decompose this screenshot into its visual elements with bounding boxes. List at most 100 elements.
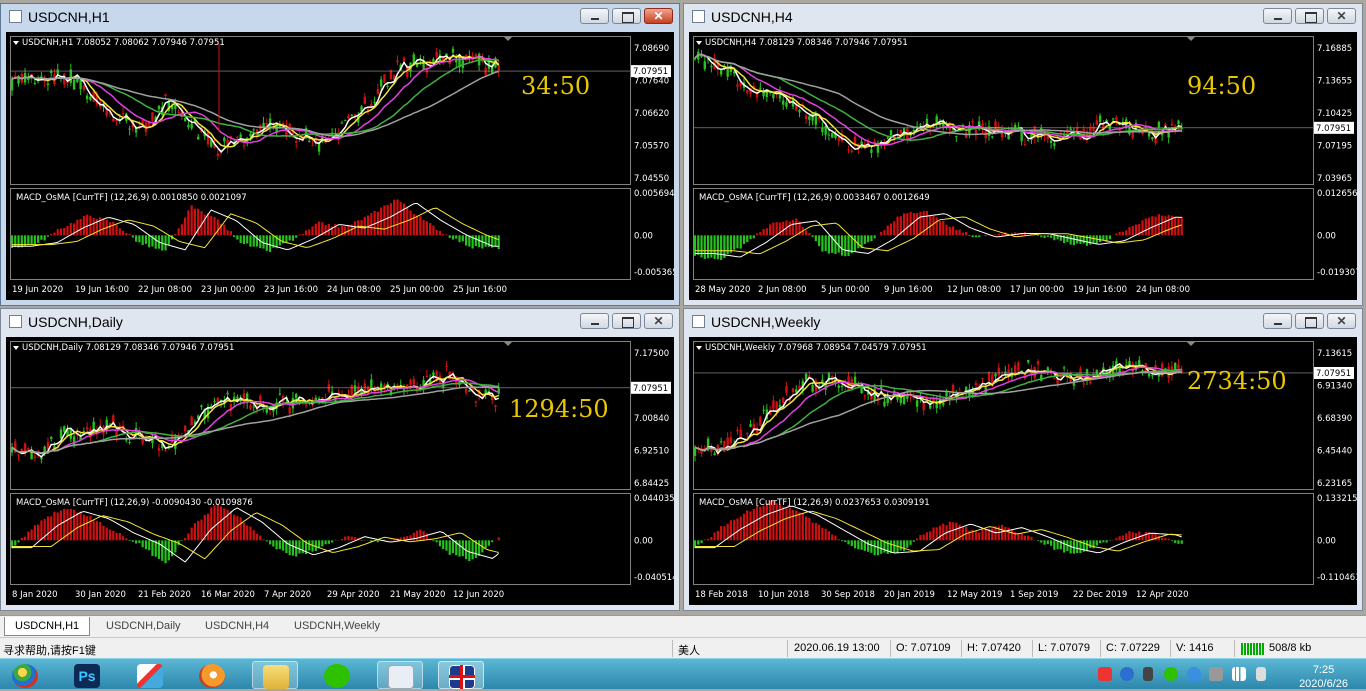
candle-body [798, 110, 800, 112]
osma-histogram-bar [328, 540, 330, 544]
taskbar-file-explorer[interactable] [252, 661, 298, 689]
window-titlebar[interactable]: USDCNH,H1 ✕ [1, 4, 679, 30]
candle-body [432, 372, 434, 375]
minimize-button[interactable] [1263, 8, 1292, 24]
chart-window-h1[interactable]: USDCNH,H1 ✕ 7.086907.076407.066207.05570… [0, 3, 680, 306]
candle-body [824, 126, 826, 135]
osma-histogram-bar [756, 233, 758, 235]
osma-histogram-bar [249, 235, 251, 246]
osma-histogram-bar [246, 526, 248, 541]
osma-histogram-bar [1102, 540, 1104, 542]
osma-histogram-bar [47, 516, 49, 540]
macd-line [12, 203, 499, 249]
volume-muted-icon[interactable] [1256, 667, 1266, 681]
osma-histogram-bar [854, 235, 856, 251]
chart-window-icon [692, 315, 705, 328]
chart-window-h4[interactable]: USDCNH,H4 ✕ 7.168857.136557.104257.07195… [683, 3, 1363, 306]
taskbar-firefox[interactable] [189, 661, 235, 689]
osma-histogram-bar [178, 228, 180, 235]
time-axis-label: 30 Jan 2020 [75, 590, 126, 600]
taskbar-notepad[interactable] [377, 661, 423, 689]
osma-histogram-bar [857, 540, 859, 549]
taskbar-uk-flag-app[interactable] [438, 661, 484, 689]
osma-histogram-bar [390, 203, 392, 235]
window-titlebar[interactable]: USDCNH,Weekly ✕ [684, 309, 1362, 335]
start-button[interactable] [2, 661, 48, 689]
osma-histogram-bar [789, 508, 791, 541]
chart-canvas[interactable]: 7.136156.913406.683906.454406.231657.079… [689, 337, 1357, 605]
taskbar-wechat[interactable] [314, 661, 360, 689]
chart-window-weekly[interactable]: USDCNH,Weekly ✕ 7.136156.913406.683906.4… [683, 308, 1363, 611]
keyboard-tray-icon[interactable] [1143, 667, 1153, 681]
network-signal-icon[interactable] [1232, 667, 1246, 681]
minimize-button[interactable] [580, 8, 609, 24]
osma-histogram-bar [24, 537, 26, 541]
close-button[interactable]: ✕ [1327, 8, 1356, 24]
help-tray-icon[interactable] [1120, 667, 1134, 681]
window-title: USDCNH,Daily [28, 314, 123, 330]
candle-body [141, 120, 143, 125]
osma-histogram-bar [1132, 226, 1134, 235]
chart-svg: 7.136156.913406.683906.454406.231657.079… [689, 337, 1357, 605]
time-axis-label: 24 Jun 08:00 [1136, 285, 1190, 295]
close-button[interactable]: ✕ [1327, 313, 1356, 329]
usb-tray-icon[interactable] [1209, 667, 1223, 681]
osma-histogram-bar [812, 523, 814, 541]
macd-axis-label: 0.0056945 [634, 189, 674, 199]
taskbar-photoshop[interactable]: Ps [64, 661, 110, 689]
osma-histogram-bar [720, 235, 722, 260]
close-button[interactable]: ✕ [644, 313, 673, 329]
macd-info-line: MACD_OsMA [CurrTF] (12,26,9) 0.0237653 0… [699, 498, 930, 508]
status-open: O: 7.07109 [896, 642, 950, 656]
signal-line [12, 208, 499, 248]
tab-usdcnh-h1[interactable]: USDCNH,H1 [4, 617, 90, 636]
macd-axis-label: -0.0193077 [1317, 268, 1357, 278]
candle-body [86, 427, 88, 429]
osma-histogram-bar [217, 219, 219, 235]
window-titlebar[interactable]: USDCNH,H4 ✕ [684, 4, 1362, 30]
maximize-button[interactable] [1295, 8, 1324, 24]
candle-body [275, 126, 277, 132]
osma-histogram-bar [400, 202, 402, 235]
shield-tray-icon[interactable] [1187, 667, 1201, 681]
osma-histogram-bar [142, 540, 144, 547]
osma-histogram-bar [704, 540, 706, 541]
candle-body [851, 151, 853, 152]
osma-histogram-bar [887, 226, 889, 236]
price-axis-label: 7.13615 [1317, 349, 1352, 359]
chart-window-daily[interactable]: USDCNH,Daily ✕ 7.175007.091707.008406.92… [0, 308, 680, 611]
osma-histogram-bar [129, 234, 131, 235]
wechat-tray-icon[interactable] [1164, 667, 1178, 681]
minimize-button[interactable] [1263, 313, 1292, 329]
sogou-input-icon[interactable] [1098, 667, 1112, 681]
candle-body [253, 129, 255, 130]
osma-histogram-bar [452, 235, 454, 239]
maximize-button[interactable] [612, 8, 641, 24]
chart-canvas[interactable]: 7.086907.076407.066207.055707.045507.079… [6, 32, 674, 300]
osma-histogram-bar [334, 540, 336, 541]
candle-body [494, 405, 496, 407]
tab-usdcnh-daily[interactable]: USDCNH,Daily [96, 617, 191, 636]
maximize-button[interactable] [612, 313, 641, 329]
osma-histogram-bar [792, 510, 794, 540]
osma-histogram-bar [1008, 528, 1010, 541]
taskbar-clock[interactable]: 7:25 2020/6/26 [1299, 663, 1348, 691]
osma-histogram-bar [272, 540, 274, 546]
tab-usdcnh-weekly[interactable]: USDCNH,Weekly [284, 617, 390, 636]
chart-canvas[interactable]: 7.175007.091707.008406.925106.844257.079… [6, 337, 674, 605]
candle-body [47, 84, 49, 85]
osma-histogram-bar [432, 540, 434, 541]
osma-histogram-bar [200, 520, 202, 541]
close-button[interactable]: ✕ [644, 8, 673, 24]
candle-body [239, 135, 241, 138]
taskbar-paint-tool[interactable] [127, 661, 173, 689]
candle-body [34, 83, 36, 84]
maximize-button[interactable] [1295, 313, 1324, 329]
minimize-button[interactable] [580, 313, 609, 329]
tab-usdcnh-h4[interactable]: USDCNH,H4 [195, 617, 279, 636]
osma-histogram-bar [14, 540, 16, 545]
chart-canvas[interactable]: 7.168857.136557.104257.071957.039657.079… [689, 32, 1357, 300]
time-axis-label: 12 Apr 2020 [1136, 590, 1189, 600]
window-titlebar[interactable]: USDCNH,Daily ✕ [1, 309, 679, 335]
candle-body [1148, 133, 1150, 136]
